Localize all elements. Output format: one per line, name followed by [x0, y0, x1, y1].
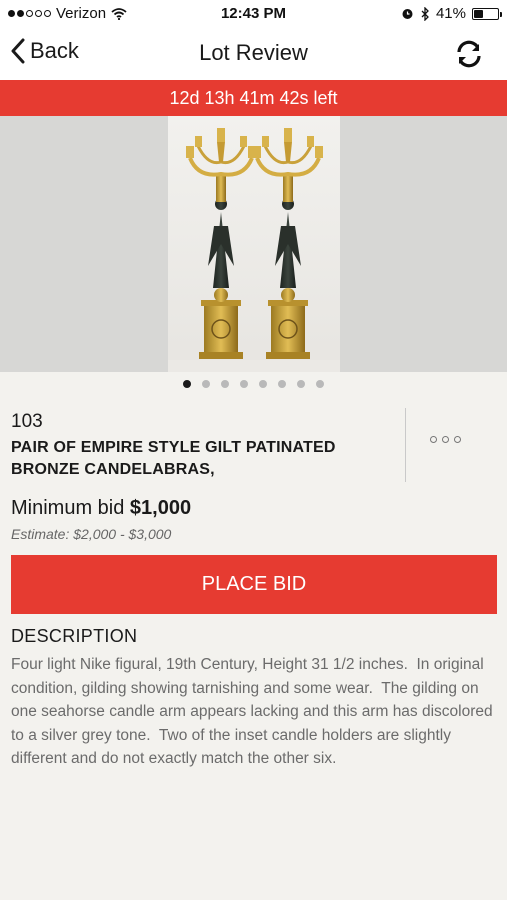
status-bar: Verizon 12:43 PM 41%: [0, 0, 507, 28]
more-dot-icon: [454, 436, 461, 443]
image-pager[interactable]: [0, 380, 507, 388]
vertical-divider: [405, 408, 406, 482]
nav-bar: Back Lot Review: [0, 28, 507, 80]
pager-dot[interactable]: [278, 380, 286, 388]
pager-dot[interactable]: [297, 380, 305, 388]
pager-dot[interactable]: [202, 380, 210, 388]
estimate: Estimate: $2,000 - $3,000: [11, 526, 172, 542]
candelabras-image: [168, 128, 340, 372]
lot-image-area[interactable]: [0, 116, 507, 372]
lot-title: PAIR OF EMPIRE STYLE GILT PATINATED BRON…: [11, 439, 336, 478]
description-heading: DESCRIPTION: [11, 626, 138, 646]
more-options-button[interactable]: [430, 436, 461, 443]
more-dot-icon: [442, 436, 449, 443]
status-right: 41%: [401, 5, 502, 22]
time-left-banner: 12d 13h 41m 42s left: [0, 80, 507, 116]
minimum-bid-value: $1,000: [129, 497, 192, 519]
lot-image[interactable]: [168, 116, 340, 372]
pager-dot[interactable]: [259, 380, 267, 388]
pager-dot[interactable]: [183, 380, 191, 388]
minimum-bid-label: Minimum bid: [11, 497, 125, 519]
alarm-icon: [402, 9, 413, 19]
refresh-icon: [457, 40, 481, 68]
more-dot-icon: [430, 436, 437, 443]
pager-dot[interactable]: [316, 380, 324, 388]
chevron-left-icon: [11, 38, 25, 64]
lot-number: 103: [11, 411, 43, 432]
pager-dot[interactable]: [221, 380, 229, 388]
battery-percent: 41%: [435, 5, 466, 22]
bluetooth-icon: [421, 6, 429, 21]
back-label: Back: [30, 38, 79, 63]
battery-icon: [472, 7, 502, 20]
minimum-bid: Minimum bid $1,000: [11, 497, 191, 520]
back-button[interactable]: Back: [10, 38, 79, 64]
refresh-button[interactable]: [453, 38, 485, 70]
pager-dot[interactable]: [240, 380, 248, 388]
place-bid-button[interactable]: PLACE BID: [11, 555, 497, 614]
description-body: Four light Nike figural, 19th Century, H…: [11, 656, 497, 767]
